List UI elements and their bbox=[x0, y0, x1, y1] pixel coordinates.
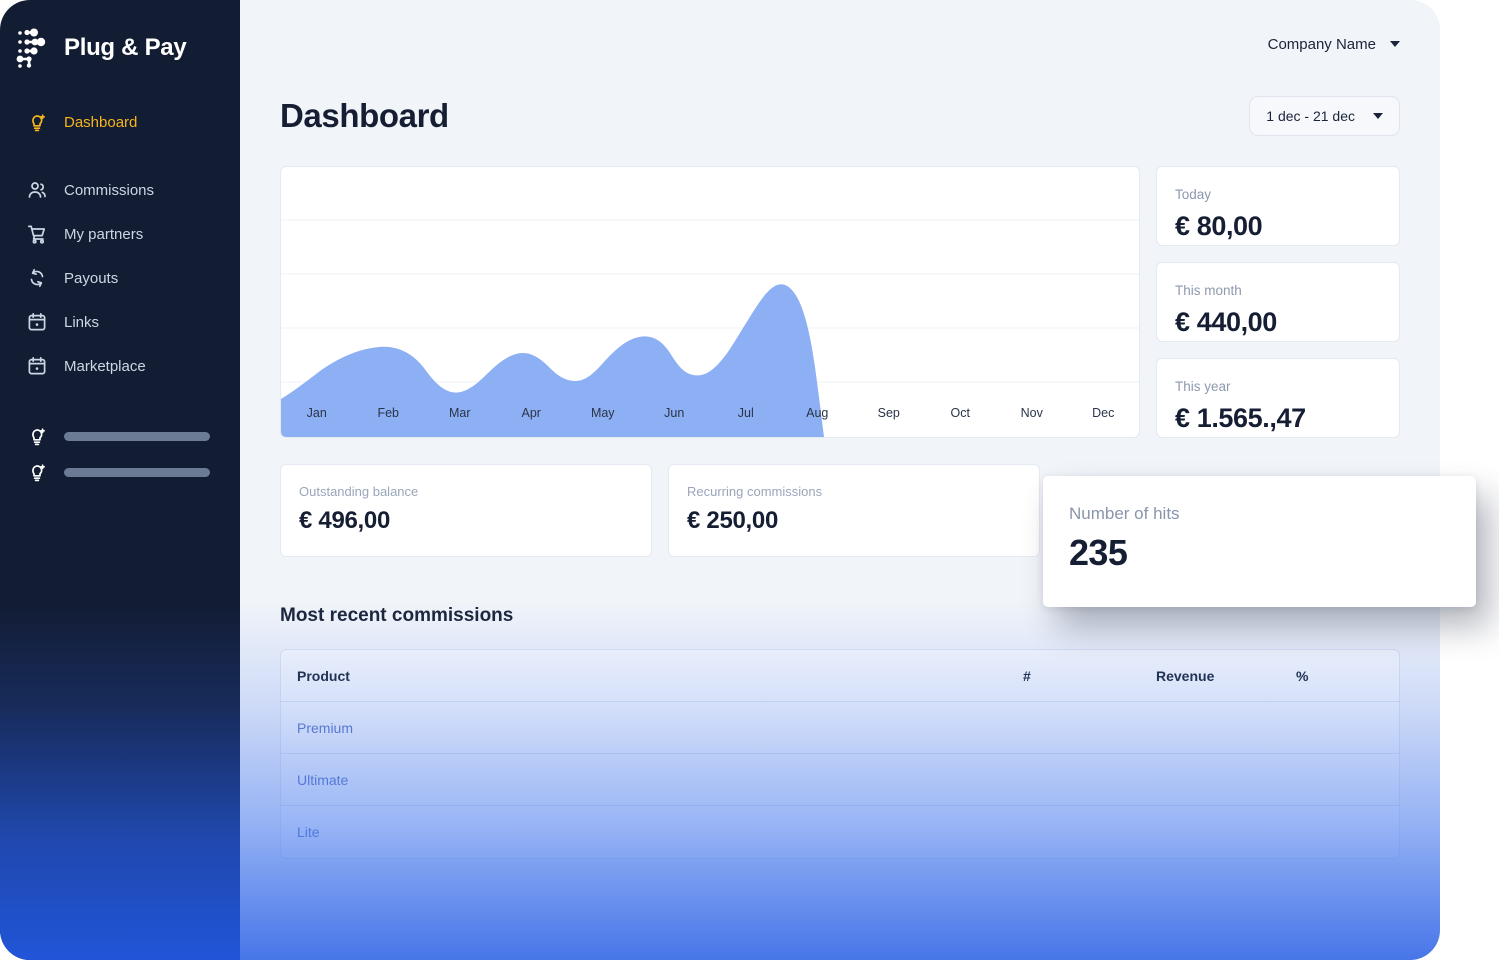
calendar-icon bbox=[26, 355, 48, 377]
mini-card-value: € 496,00 bbox=[299, 507, 391, 534]
sidebar: Plug & Pay Dashboard Commissions My part… bbox=[0, 0, 240, 960]
sidebar-item-marketplace[interactable]: Marketplace bbox=[0, 344, 240, 388]
stat-card-this-year: This year € 1.565.,47 bbox=[1156, 358, 1400, 438]
brand[interactable]: Plug & Pay bbox=[0, 22, 240, 74]
chart-area-path bbox=[281, 284, 824, 437]
column-header-count: # bbox=[1023, 667, 1031, 684]
table-row[interactable]: Premium bbox=[281, 702, 1399, 754]
hits-label: Number of hits bbox=[1069, 504, 1180, 523]
sidebar-item-my-partners[interactable]: My partners bbox=[0, 212, 240, 256]
table-header-row: Product # Revenue % bbox=[281, 650, 1399, 702]
stat-label: This year bbox=[1175, 379, 1231, 394]
cell-product: Lite bbox=[297, 824, 320, 840]
sidebar-item-commissions[interactable]: Commissions bbox=[0, 168, 240, 212]
commissions-area-chart[interactable]: Jan Feb Mar Apr May Jun Jul Aug Sep Oct … bbox=[280, 166, 1140, 438]
sidebar-primary-nav: Dashboard Commissions My partners Payout… bbox=[0, 100, 240, 388]
lightbulb-icon bbox=[26, 425, 48, 447]
brand-name: Plug & Pay bbox=[64, 34, 187, 61]
stat-value: € 440,00 bbox=[1175, 307, 1277, 337]
hits-value: 235 bbox=[1069, 532, 1128, 573]
column-header-product: Product bbox=[297, 667, 350, 684]
mini-card-label: Recurring commissions bbox=[687, 484, 823, 499]
sidebar-placeholder-item[interactable] bbox=[0, 418, 240, 454]
refresh-cycle-icon bbox=[26, 267, 48, 289]
chevron-down-icon bbox=[1373, 113, 1383, 119]
table-row[interactable]: Lite bbox=[281, 806, 1399, 858]
sidebar-item-label: Commissions bbox=[64, 181, 155, 199]
sidebar-item-label: My partners bbox=[64, 225, 144, 243]
table-row[interactable]: Ultimate bbox=[281, 754, 1399, 806]
sidebar-item-label: Payouts bbox=[64, 269, 119, 287]
column-header-revenue: Revenue bbox=[1156, 667, 1215, 684]
sidebar-bottom-fade bbox=[0, 600, 240, 960]
shopping-cart-icon bbox=[26, 223, 48, 245]
sidebar-item-label: Dashboard bbox=[64, 113, 138, 131]
mini-card-label: Outstanding balance bbox=[299, 484, 419, 499]
stat-value: € 1.565.,47 bbox=[1175, 403, 1306, 433]
overview-row: Jan Feb Mar Apr May Jun Jul Aug Sep Oct … bbox=[280, 166, 1400, 438]
calendar-icon bbox=[26, 311, 48, 333]
sidebar-item-payouts[interactable]: Payouts bbox=[0, 256, 240, 300]
sidebar-secondary-nav bbox=[0, 418, 240, 490]
stat-value: € 80,00 bbox=[1175, 211, 1263, 241]
company-selector[interactable]: Company Name bbox=[1268, 36, 1400, 53]
company-name-label: Company Name bbox=[1267, 35, 1376, 53]
sidebar-placeholder-bar bbox=[64, 467, 210, 477]
date-range-picker[interactable]: 1 dec - 21 dec bbox=[1249, 96, 1400, 136]
stat-card-column: Today € 80,00 This month € 440,00 This y… bbox=[1156, 166, 1400, 438]
cell-product: Premium bbox=[297, 719, 354, 736]
commissions-table: Product # Revenue % Premium Ultimate Lit… bbox=[280, 649, 1400, 859]
mini-card-value: € 250,00 bbox=[687, 507, 779, 534]
sidebar-placeholder-bar bbox=[64, 431, 210, 441]
mini-card-recurring-commissions: Recurring commissions € 250,00 bbox=[668, 464, 1040, 557]
mini-card-outstanding-balance: Outstanding balance € 496,00 bbox=[280, 464, 652, 557]
stat-label: Today bbox=[1175, 187, 1212, 202]
sidebar-item-label: Marketplace bbox=[64, 357, 146, 375]
users-icon bbox=[26, 179, 48, 201]
column-header-percent: % bbox=[1296, 667, 1309, 684]
sidebar-item-links[interactable]: Links bbox=[0, 300, 240, 344]
cell-product: Ultimate bbox=[297, 771, 349, 788]
chart-svg bbox=[281, 219, 1139, 437]
plug-and-pay-dot-matrix-logo-icon bbox=[16, 28, 50, 68]
chevron-down-icon bbox=[1390, 41, 1400, 47]
date-range-label: 1 dec - 21 dec bbox=[1266, 108, 1355, 124]
stat-label: This month bbox=[1175, 283, 1242, 298]
stat-card-today: Today € 80,00 bbox=[1156, 166, 1400, 246]
section-title-recent-commissions: Most recent commissions bbox=[280, 605, 514, 626]
stat-card-this-month: This month € 440,00 bbox=[1156, 262, 1400, 342]
page-header: Dashboard 1 dec - 21 dec bbox=[240, 96, 1440, 136]
sidebar-placeholder-item[interactable] bbox=[0, 454, 240, 490]
page-title: Dashboard bbox=[280, 97, 449, 134]
lightbulb-icon bbox=[26, 461, 48, 483]
lightbulb-icon bbox=[26, 111, 48, 133]
sidebar-item-label: Links bbox=[64, 313, 100, 331]
topbar: Company Name bbox=[240, 0, 1440, 88]
sidebar-item-dashboard[interactable]: Dashboard bbox=[0, 100, 240, 144]
number-of-hits-card: Number of hits 235 bbox=[1043, 476, 1476, 607]
